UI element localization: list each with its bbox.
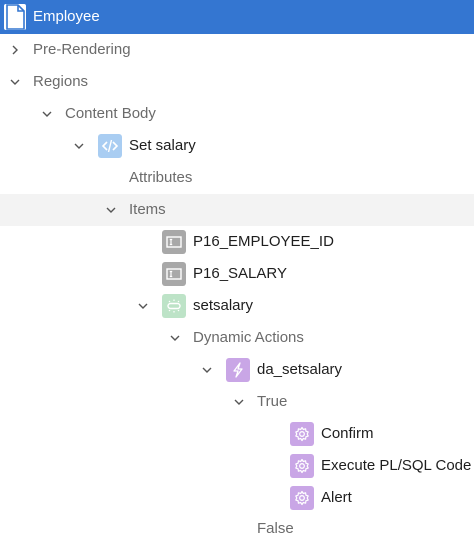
tree-node-attributes[interactable]: Attributes (0, 162, 474, 194)
page-item-icon (162, 230, 186, 254)
item-employee-id-label: P16_EMPLOYEE_ID (193, 233, 334, 250)
regions-label: Regions (33, 73, 89, 90)
chevron-down-icon[interactable] (231, 394, 247, 410)
tree-node-content-body[interactable]: Content Body (0, 98, 474, 130)
true-label: True (257, 393, 288, 410)
gear-icon (290, 422, 314, 446)
tree-node-pre-rendering[interactable]: Pre-Rendering (0, 34, 474, 66)
false-label: False (257, 520, 294, 537)
tree-node-regions[interactable]: Regions (0, 66, 474, 98)
pre-rendering-label: Pre-Rendering (33, 41, 131, 58)
chevron-down-icon[interactable] (71, 138, 87, 154)
chevron-down-icon[interactable] (167, 330, 183, 346)
attributes-label: Attributes (129, 169, 193, 186)
chevron-down-icon[interactable] (7, 74, 23, 90)
chevron-down-icon[interactable] (39, 106, 55, 122)
tree-node-item-employee-id[interactable]: P16_EMPLOYEE_ID (0, 226, 474, 258)
tree-node-page[interactable]: Employee (0, 0, 474, 34)
action-confirm-label: Confirm (321, 425, 374, 442)
page-icon (4, 4, 26, 30)
da-setsalary-label: da_setsalary (257, 361, 343, 378)
content-body-label: Content Body (65, 105, 156, 122)
chevron-down-icon[interactable] (103, 202, 119, 218)
chevron-down-icon[interactable] (135, 298, 151, 314)
chevron-down-icon[interactable] (199, 362, 215, 378)
tree-node-dynamic-actions[interactable]: Dynamic Actions (0, 322, 474, 354)
tree-node-false[interactable]: False (0, 513, 474, 545)
button-icon (162, 294, 186, 318)
page-item-icon (162, 262, 186, 286)
chevron-right-icon[interactable] (7, 42, 23, 58)
gear-icon (290, 454, 314, 478)
tree-node-set-salary-region[interactable]: Set salary (0, 130, 474, 162)
tree-node-item-salary[interactable]: P16_SALARY (0, 258, 474, 290)
component-tree: Employee Pre-Rendering Regions Content B… (0, 0, 474, 547)
items-label: Items (129, 201, 166, 218)
tree-node-items[interactable]: Items (0, 194, 474, 226)
page-label: Employee (33, 8, 100, 25)
tree-node-button-setsalary[interactable]: setsalary (0, 290, 474, 322)
action-alert-label: Alert (321, 489, 352, 506)
tree-node-action-confirm[interactable]: Confirm (0, 418, 474, 450)
set-salary-label: Set salary (129, 137, 196, 154)
tree-node-true[interactable]: True (0, 386, 474, 418)
action-execute-plsql-label: Execute PL/SQL Code (321, 457, 472, 474)
tree-node-da-setsalary[interactable]: da_setsalary (0, 354, 474, 386)
tree-node-action-alert[interactable]: Alert (0, 482, 474, 514)
item-salary-label: P16_SALARY (193, 265, 287, 282)
dynamic-actions-label: Dynamic Actions (193, 329, 304, 346)
region-icon (98, 134, 122, 158)
lightning-icon (226, 358, 250, 382)
gear-icon (290, 486, 314, 510)
tree-node-action-execute-plsql[interactable]: Execute PL/SQL Code (0, 450, 474, 482)
button-setsalary-label: setsalary (193, 297, 254, 314)
